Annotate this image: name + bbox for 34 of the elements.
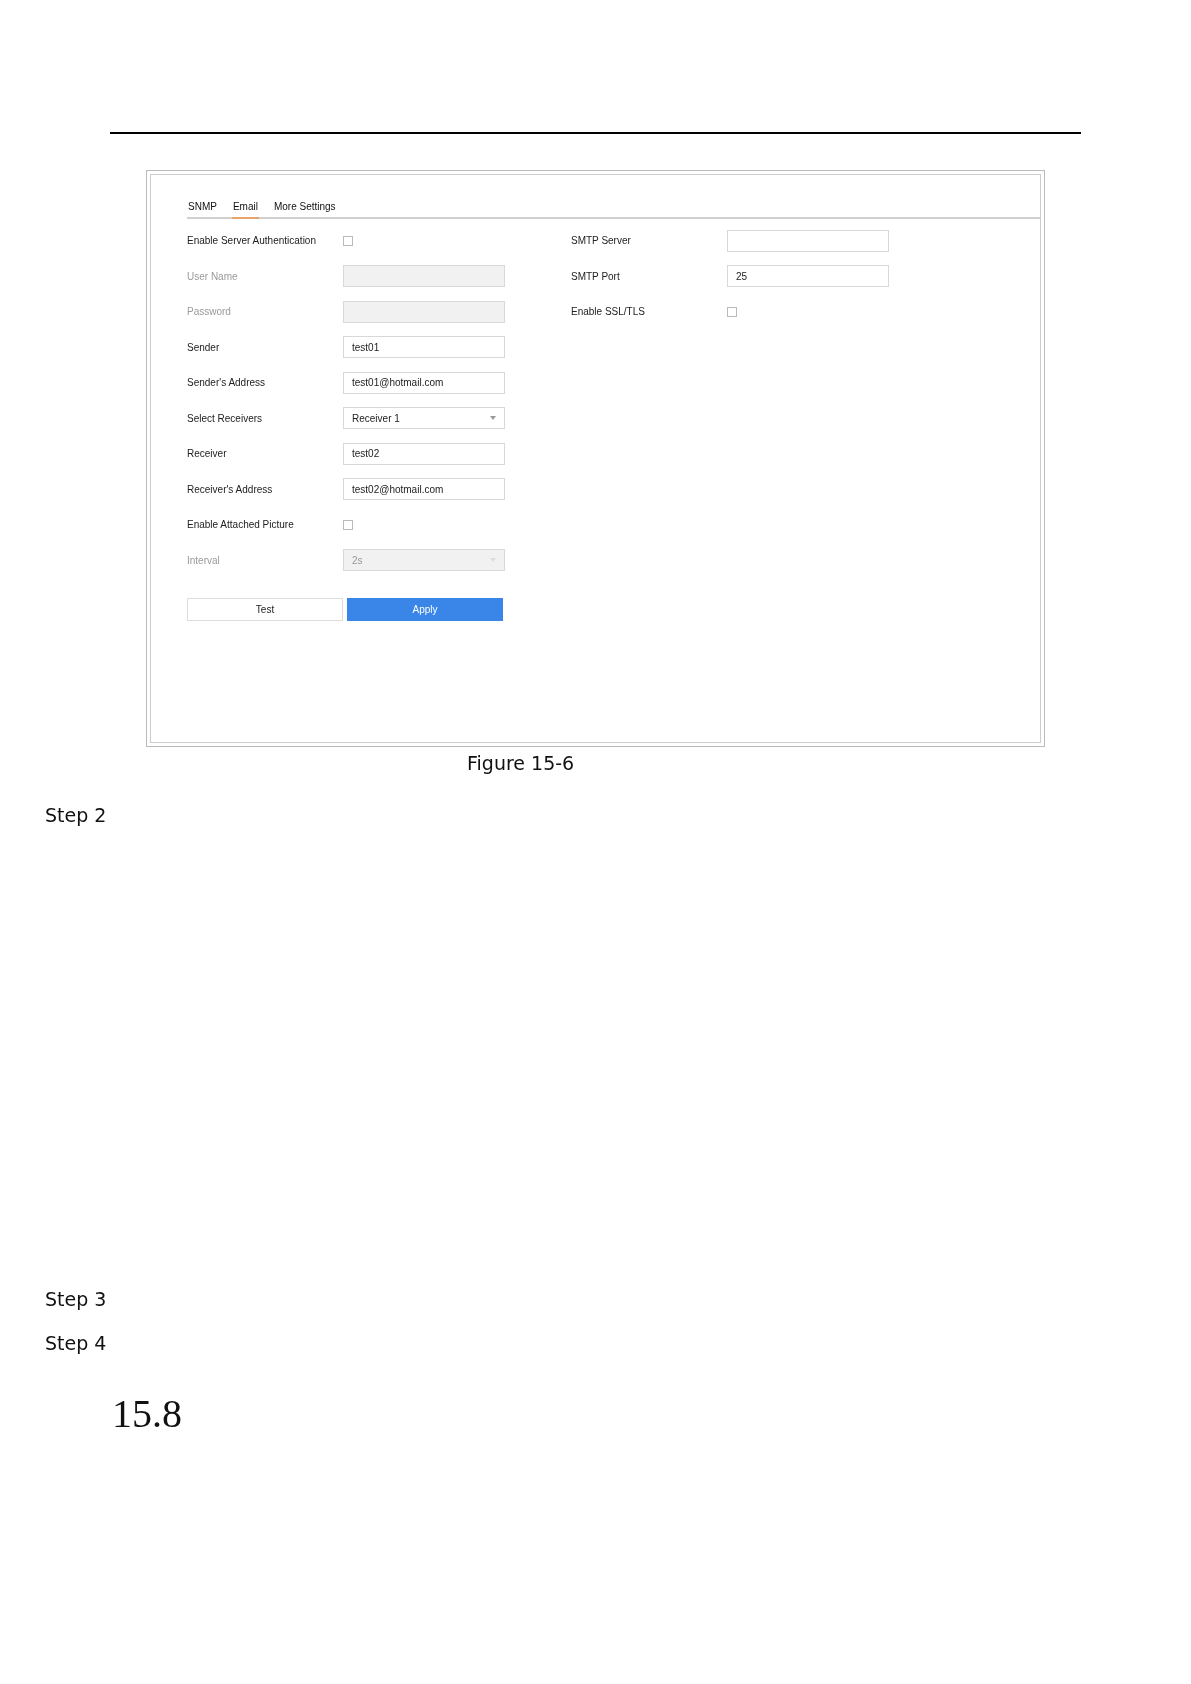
input-field[interactable]: test02 — [343, 442, 505, 465]
input-field[interactable]: test01 — [343, 336, 505, 359]
field-label: Sender — [187, 341, 221, 353]
field-label: User Name — [187, 270, 239, 282]
checkbox[interactable] — [343, 235, 353, 246]
step-label: Step 3 — [45, 1288, 108, 1310]
field-label: Enable Attached Picture — [187, 519, 295, 531]
checkbox[interactable] — [727, 306, 737, 317]
field-label: Interval — [187, 554, 221, 566]
field-label: Receiver's Address — [187, 483, 274, 495]
apply-button[interactable]: Apply — [347, 598, 503, 621]
input-field[interactable]: test02@hotmail.com — [343, 478, 505, 501]
field-label: SMTP Port — [571, 270, 621, 282]
test-button[interactable]: Test — [187, 598, 343, 621]
checkbox[interactable] — [343, 519, 353, 530]
step-label: Step 4 — [45, 1332, 108, 1354]
field-label: Enable SSL/TLS — [571, 306, 646, 318]
field-label: SMTP Server — [571, 235, 632, 247]
input-field[interactable] — [727, 229, 889, 252]
field-label: Enable Server Authentication — [187, 235, 317, 247]
field-label: Password — [187, 306, 232, 318]
field-label: Sender's Address — [187, 377, 267, 389]
field-label: Select Receivers — [187, 412, 264, 424]
select-field[interactable]: Receiver 1 — [343, 407, 505, 430]
section-number: 15.8 — [112, 1390, 183, 1437]
field-label: Receiver — [187, 448, 228, 460]
input-field[interactable]: 25 — [727, 265, 889, 288]
tab[interactable]: SNMP — [187, 197, 218, 219]
caret-icon — [490, 416, 496, 421]
tab[interactable]: More Settings — [272, 197, 337, 219]
figure-caption: Figure 15-6 — [467, 752, 576, 774]
step-label: Step 2 — [45, 804, 108, 826]
input-field[interactable]: test01@hotmail.com — [343, 371, 505, 394]
tab[interactable]: Email — [231, 197, 259, 219]
